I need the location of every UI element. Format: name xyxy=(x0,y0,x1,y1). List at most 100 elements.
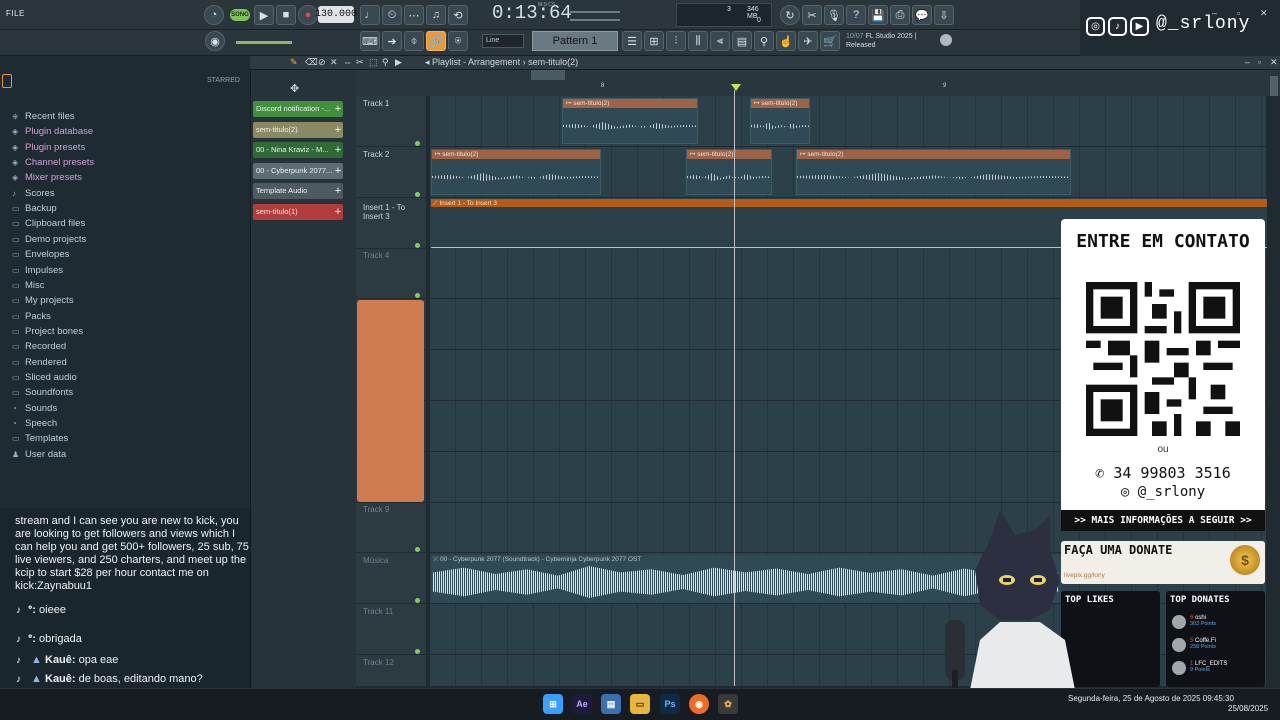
plus-icon[interactable]: + xyxy=(332,122,343,138)
audio-clip[interactable]: ↦ sem-titulo(2) xyxy=(750,98,810,144)
close-icon[interactable]: ✕ xyxy=(1270,57,1278,68)
plugin-picker-icon[interactable]: ⚲ xyxy=(754,31,774,51)
track-enable-led[interactable] xyxy=(415,141,420,146)
channel-button[interactable]: Discord notification -... + xyxy=(253,101,343,117)
blend-notes-icon[interactable]: ♫ xyxy=(426,5,446,25)
song-position-marker[interactable] xyxy=(731,84,741,91)
playlist-timeline[interactable]: 8 9 xyxy=(356,70,1280,96)
cart-icon[interactable]: 🛒 xyxy=(820,31,840,51)
browser-item[interactable]: ◈ Mixer presets xyxy=(12,171,82,185)
download-icon[interactable]: ⇩ xyxy=(934,5,954,25)
browser-item[interactable]: ▭ Sliced audio xyxy=(12,371,77,385)
track-enable-led[interactable] xyxy=(415,191,420,197)
efeitos-group[interactable] xyxy=(357,300,424,502)
track-label[interactable]: Track 11 xyxy=(363,607,393,616)
scrollbar-vertical[interactable] xyxy=(1270,76,1278,96)
browser-item[interactable]: ◈ Plugin presets xyxy=(12,141,85,155)
channel-button[interactable]: Template Audio + xyxy=(253,183,343,200)
globe-icon[interactable] xyxy=(940,34,952,46)
bird-icon[interactable]: ✈ xyxy=(798,31,818,51)
browser-item[interactable]: ▭ Impulses xyxy=(12,264,63,278)
mixer-icon[interactable]: ✂ xyxy=(802,5,822,25)
refresh-icon[interactable]: ↻ xyxy=(780,5,800,25)
zoom-tool-icon[interactable]: ⚲ xyxy=(382,57,389,68)
metronome-icon[interactable]: ♩ xyxy=(360,5,380,25)
browser-item[interactable]: ◔ Sounds xyxy=(12,402,57,416)
snap-link-icon[interactable]: 🔗 xyxy=(426,31,446,51)
touch-icon[interactable]: ☝ xyxy=(776,31,796,51)
minimize-icon[interactable]: – xyxy=(1245,57,1250,67)
slice-tool-icon[interactable]: ✂ xyxy=(356,57,364,68)
file-explorer-icon[interactable]: ▭ xyxy=(630,694,650,714)
audio-clip[interactable]: ↦ sem-titulo(2) xyxy=(686,149,772,195)
plus-icon[interactable]: + xyxy=(332,183,343,199)
track-label[interactable]: Track 12 xyxy=(363,658,394,667)
pianoroll-window-icon[interactable]: ⊞ xyxy=(644,31,664,51)
track-label[interactable]: Track 2 xyxy=(363,150,389,159)
browser-item[interactable]: ♪ Scores xyxy=(12,187,55,201)
channel-button[interactable]: sem-titulo(2) + xyxy=(253,121,343,138)
help-icon[interactable]: ? xyxy=(846,5,866,25)
system-date[interactable]: 25/08/2025 xyxy=(1228,704,1268,713)
channel-button[interactable]: sem-titulo(1) + xyxy=(253,204,343,220)
browser-item[interactable]: ▭ Project bones xyxy=(12,325,83,339)
track-label[interactable]: Música xyxy=(363,556,388,565)
window-maximize-icon[interactable]: ▫ xyxy=(1237,8,1240,18)
window-minimize-icon[interactable]: – xyxy=(1212,8,1217,18)
move-icon[interactable]: ✥ xyxy=(290,82,299,95)
photoshop-icon[interactable]: Ps xyxy=(660,694,680,714)
browser-item[interactable]: ▭ Soundfonts xyxy=(12,386,73,400)
play-button[interactable]: ▶ xyxy=(254,5,274,25)
track-enable-led[interactable] xyxy=(415,649,420,654)
loop-record-icon[interactable]: ⟲ xyxy=(448,5,468,25)
channel-button[interactable]: 00 - Cyberpunk 2077... + xyxy=(253,162,343,179)
audio-clip[interactable]: ↦ sem-titulo(2) xyxy=(562,98,698,144)
browser-item[interactable]: ▭ My projects xyxy=(12,294,74,308)
restore-icon[interactable]: ▫ xyxy=(1258,57,1261,67)
tempo-display[interactable]: 130.000 xyxy=(315,6,357,23)
delete-tool-icon[interactable]: ⊘ xyxy=(318,57,326,68)
track-label[interactable]: Track 1 xyxy=(363,99,389,108)
browser-item[interactable]: ▭ Templates xyxy=(12,432,68,446)
countdown-icon[interactable]: ⋯ xyxy=(404,5,424,25)
mixer-window-icon[interactable]: ⫼ xyxy=(688,31,708,51)
browser-item[interactable]: ▭ Packs xyxy=(12,310,51,324)
snap-select[interactable]: Line xyxy=(482,34,524,48)
browser-item[interactable]: ▭ Backup xyxy=(12,202,57,216)
track-label[interactable]: Track 4 xyxy=(363,251,389,260)
mic-input-icon[interactable]: ⌽ xyxy=(404,31,424,51)
paint-tool-icon[interactable]: ⌫ xyxy=(305,57,318,68)
track-enable-led[interactable] xyxy=(415,242,420,248)
wait-input-icon[interactable]: ⏲ xyxy=(382,5,402,25)
eq-icon[interactable]: ⫷ xyxy=(710,31,730,51)
system-datetime[interactable]: Segunda-feira, 25 de Agosto de 2025 09:4… xyxy=(1068,694,1234,703)
browser-item[interactable]: ♟ User data xyxy=(12,448,66,462)
track-label[interactable]: Insert 1 - To Insert 3 xyxy=(363,203,423,221)
export-icon[interactable]: ⎙ xyxy=(890,5,910,25)
browser-selector[interactable] xyxy=(2,74,12,88)
plus-icon[interactable]: + xyxy=(332,101,343,117)
after-effects-icon[interactable]: Ae xyxy=(572,694,592,714)
audio-clip[interactable]: ↦ sem-titulo(2) xyxy=(796,149,1071,195)
starred-tab[interactable]: STARRED xyxy=(207,77,240,84)
browser-item[interactable]: ▭ Envelopes xyxy=(12,248,69,262)
save-icon[interactable]: 💾 xyxy=(868,5,888,25)
main-pitch-slider[interactable] xyxy=(236,41,292,44)
stamp-icon[interactable]: ⍟ xyxy=(448,31,468,51)
playlist-icon[interactable]: ☰ xyxy=(622,31,642,51)
plus-icon[interactable]: + xyxy=(332,204,343,220)
song-time[interactable]: 0:13:64 xyxy=(492,2,572,24)
mute-tool-icon[interactable]: ✕ xyxy=(330,57,338,68)
master-volume-slider[interactable] xyxy=(570,11,620,13)
master-pitch-slider[interactable] xyxy=(570,19,620,21)
playback-tool-icon[interactable]: ▶ xyxy=(395,57,402,68)
piano-roll-icon[interactable]: ⌨ xyxy=(360,31,380,51)
browser-item[interactable]: ◈ Plugin database xyxy=(12,125,93,139)
browser-item[interactable]: ▭ Misc xyxy=(12,279,45,293)
stop-button[interactable]: ■ xyxy=(276,5,296,25)
cpu-knob[interactable]: ◔ xyxy=(204,5,224,25)
browser-icon[interactable]: ▤ xyxy=(732,31,752,51)
browser-item[interactable]: ▭ Demo projects xyxy=(12,233,86,247)
browser-item[interactable]: ◔ Speech xyxy=(12,417,57,431)
window-close-icon[interactable]: ✕ xyxy=(1260,8,1268,19)
